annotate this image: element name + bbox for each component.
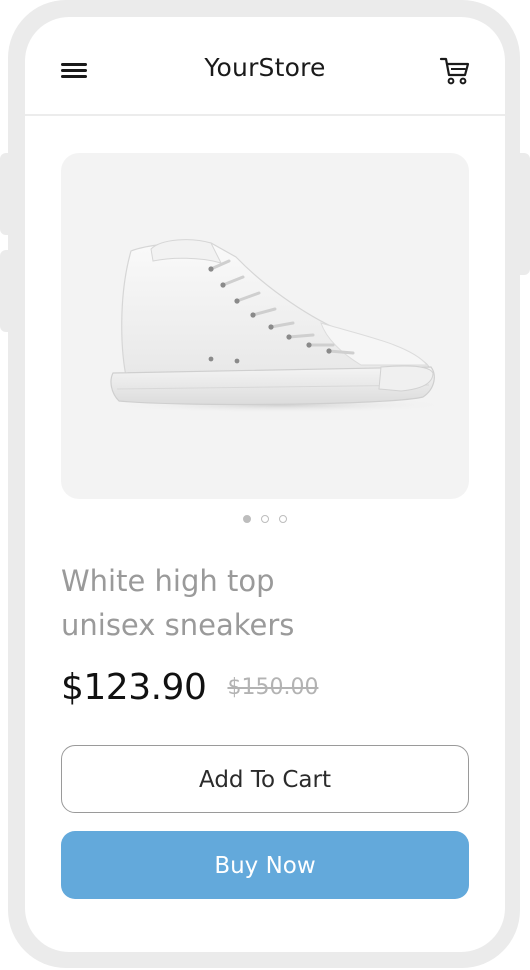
product-name-line-1: White high top <box>61 564 275 598</box>
product-name-line-2: unisex sneakers <box>61 608 295 642</box>
carousel-dot-3[interactable] <box>279 515 287 523</box>
sneaker-illustration <box>110 239 451 413</box>
store-title: YourStore <box>204 53 326 82</box>
add-to-cart-button[interactable]: Add To Cart <box>61 745 469 813</box>
carousel-indicator <box>25 515 505 523</box>
carousel-dot-2[interactable] <box>261 515 269 523</box>
product-name: White high top unisex sneakers <box>61 559 421 647</box>
price-row: $123.90 $150.00 <box>61 667 318 715</box>
buy-now-button[interactable]: Buy Now <box>61 831 469 899</box>
current-price: $123.90 <box>61 667 207 708</box>
app-screen: YourStore White high top unisex sneakers… <box>25 17 505 952</box>
original-price: $150.00 <box>227 675 319 700</box>
product-image[interactable] <box>61 153 469 499</box>
device-stage: YourStore White high top unisex sneakers… <box>0 0 530 970</box>
app-header: YourStore <box>25 17 505 116</box>
shopping-cart-icon[interactable] <box>439 55 471 87</box>
carousel-dot-1[interactable] <box>243 515 251 523</box>
